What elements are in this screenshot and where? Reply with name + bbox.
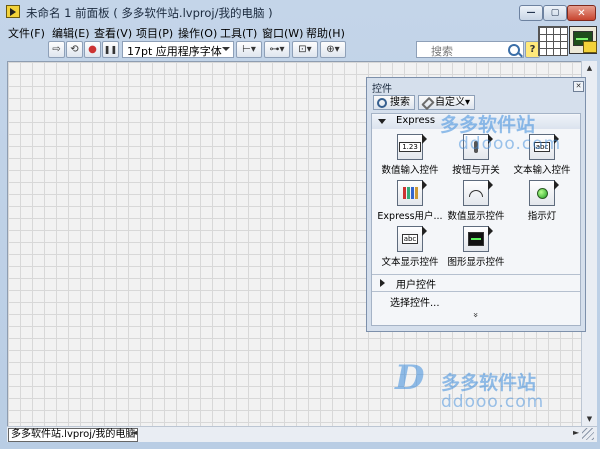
title-bar: 未命名 1 前面板 ( 多多软件站.lvproj/我的电脑 ) — ▢ ✕ bbox=[0, 0, 600, 24]
menu-tools[interactable]: 工具(T) bbox=[220, 25, 257, 41]
palette-search-button[interactable]: 搜索 bbox=[373, 95, 415, 110]
palette-item-label: 指示灯 bbox=[527, 211, 557, 222]
vi-badge-icon bbox=[583, 41, 597, 53]
scroll-down-icon[interactable]: ▼ bbox=[582, 412, 597, 426]
palette-item-string-indicator[interactable]: abc 文本显示控件 bbox=[378, 226, 442, 272]
menu-window[interactable]: 窗口(W) bbox=[262, 25, 303, 41]
maximize-button[interactable]: ▢ bbox=[543, 5, 567, 21]
reorder-button[interactable]: ⊕▾ bbox=[320, 41, 346, 58]
align-objects-icon: ⊢▾ bbox=[242, 44, 256, 55]
labview-app-icon[interactable] bbox=[6, 5, 20, 18]
palette-item-label: 文本输入控件 bbox=[513, 165, 571, 176]
reorder-icon: ⊕▾ bbox=[326, 44, 340, 55]
font-label: 17pt 应用程序字体 bbox=[127, 45, 222, 58]
string-indicator-icon: abc bbox=[397, 226, 423, 252]
palette-close-icon[interactable]: ✕ bbox=[573, 81, 584, 92]
palette-search-label: 搜索 bbox=[390, 97, 410, 108]
menu-help[interactable]: 帮助(H) bbox=[306, 25, 345, 41]
select-control-item[interactable]: 选择控件... bbox=[372, 294, 580, 309]
category-user-controls-label: 用户控件 bbox=[396, 280, 436, 291]
palette-item-numeric-indicator[interactable]: 数值显示控件 bbox=[444, 180, 508, 226]
numeric-control-icon: 1.23 bbox=[397, 134, 423, 160]
resize-objects-button[interactable]: ⊡▾ bbox=[292, 41, 318, 58]
menu-edit[interactable]: 编辑(E) bbox=[52, 25, 90, 41]
palette-item-numeric-control[interactable]: 1.23 数值输入控件 bbox=[378, 134, 442, 180]
palette-customize-button[interactable]: 自定义▾ bbox=[418, 95, 475, 111]
palette-item-string-control[interactable]: abc 文本输入控件 bbox=[510, 134, 574, 180]
toggle-switch-icon bbox=[463, 134, 489, 160]
resize-grip[interactable] bbox=[582, 428, 594, 440]
minimize-button[interactable]: — bbox=[519, 5, 543, 21]
run-arrow-icon: ⇨ bbox=[52, 44, 61, 55]
category-user-controls[interactable]: 用户控件 bbox=[372, 276, 580, 291]
distribute-objects-icon: ⊶▾ bbox=[269, 44, 285, 55]
gauge-icon bbox=[463, 180, 489, 206]
menu-view[interactable]: 查看(V) bbox=[94, 25, 132, 41]
minimize-icon: — bbox=[526, 8, 536, 18]
category-express[interactable]: Express bbox=[372, 115, 580, 129]
vi-icon[interactable] bbox=[569, 26, 597, 54]
close-icon: ✕ bbox=[577, 7, 586, 19]
palette-item-label: 数值显示控件 bbox=[447, 211, 505, 222]
labview-window: 未命名 1 前面板 ( 多多软件站.lvproj/我的电脑 ) — ▢ ✕ 文件… bbox=[0, 0, 600, 449]
palette-item-label: 按钮与开关 bbox=[452, 165, 500, 176]
window-title: 未命名 1 前面板 ( 多多软件站.lvproj/我的电脑 ) bbox=[26, 6, 273, 20]
chevron-down-icon bbox=[222, 47, 230, 51]
palette-body: Express 1.23 数值输入控件 按钮与开关 abc 文本输入控件 Exp… bbox=[371, 113, 581, 326]
scroll-right-icon[interactable]: ► bbox=[573, 428, 579, 437]
scroll-left-icon[interactable]: ◄ bbox=[131, 428, 137, 437]
maximize-icon: ▢ bbox=[550, 8, 560, 18]
align-objects-button[interactable]: ⊢▾ bbox=[236, 41, 262, 58]
wrench-icon bbox=[421, 96, 435, 111]
search-icon[interactable] bbox=[508, 44, 520, 56]
search-placeholder: 搜索 bbox=[431, 45, 453, 58]
run-continuously-button[interactable]: ⟲ bbox=[66, 41, 83, 58]
string-control-icon: abc bbox=[529, 134, 555, 160]
pause-icon: ❚❚ bbox=[103, 45, 118, 54]
menu-project[interactable]: 项目(P) bbox=[136, 25, 173, 41]
search-input[interactable]: 搜索 bbox=[416, 41, 524, 58]
led-icon bbox=[529, 180, 555, 206]
divider bbox=[372, 291, 580, 292]
palette-item-led[interactable]: 指示灯 bbox=[510, 180, 574, 226]
palette-item-label: 数值输入控件 bbox=[381, 165, 439, 176]
collapsed-triangle-icon bbox=[380, 279, 385, 287]
close-button[interactable]: ✕ bbox=[567, 5, 596, 21]
run-button[interactable]: ⇨ bbox=[48, 41, 65, 58]
font-selector[interactable]: 17pt 应用程序字体 bbox=[122, 41, 234, 58]
scroll-up-icon[interactable]: ▲ bbox=[582, 61, 597, 75]
more-chevron-icon[interactable]: » bbox=[470, 312, 480, 318]
palette-item-label: 文本显示控件 bbox=[381, 257, 439, 268]
distribute-objects-button[interactable]: ⊶▾ bbox=[264, 41, 290, 58]
graph-icon bbox=[463, 226, 489, 252]
select-control-label: 选择控件... bbox=[390, 298, 440, 309]
search-icon bbox=[377, 98, 387, 108]
project-path-label: 多多软件站.lvproj/我的电脑 bbox=[8, 428, 139, 442]
abort-icon: ● bbox=[88, 44, 97, 55]
expanded-triangle-icon bbox=[378, 119, 386, 124]
run-continuously-icon: ⟲ bbox=[70, 44, 79, 55]
menu-bar: 文件(F) 编辑(E) 查看(V) 项目(P) 操作(O) 工具(T) 窗口(W… bbox=[6, 24, 536, 40]
resize-objects-icon: ⊡▾ bbox=[298, 44, 312, 55]
palette-customize-label: 自定义▾ bbox=[435, 97, 471, 108]
menu-file[interactable]: 文件(F) bbox=[8, 25, 45, 41]
connector-pane[interactable] bbox=[538, 26, 568, 56]
palette-item-label: Express用户... bbox=[377, 211, 443, 222]
controls-palette: 控件 ✕ 搜索 自定义▾ Express 1.23 数值输入控件 按钮与开关 a… bbox=[366, 77, 586, 332]
horizontal-scrollbar[interactable]: 多多软件站.lvproj/我的电脑 ◄ ► bbox=[7, 426, 597, 442]
palette-item-label: 图形显示控件 bbox=[447, 257, 505, 268]
abort-button[interactable]: ● bbox=[84, 41, 101, 58]
divider bbox=[372, 274, 580, 275]
category-express-label: Express bbox=[396, 115, 436, 126]
toolbar: ⇨ ⟲ ● ❚❚ 17pt 应用程序字体 ⊢▾ ⊶▾ ⊡▾ ⊕▾ 搜索 ? bbox=[6, 40, 540, 60]
books-icon bbox=[397, 180, 423, 206]
palette-item-express-user[interactable]: Express用户... bbox=[377, 180, 443, 226]
palette-item-graph-indicator[interactable]: 图形显示控件 bbox=[444, 226, 508, 272]
palette-item-buttons-switches[interactable]: 按钮与开关 bbox=[444, 134, 508, 180]
palette-title: 控件 bbox=[372, 84, 392, 95]
menu-operate[interactable]: 操作(O) bbox=[178, 25, 217, 41]
pause-button[interactable]: ❚❚ bbox=[102, 41, 119, 58]
